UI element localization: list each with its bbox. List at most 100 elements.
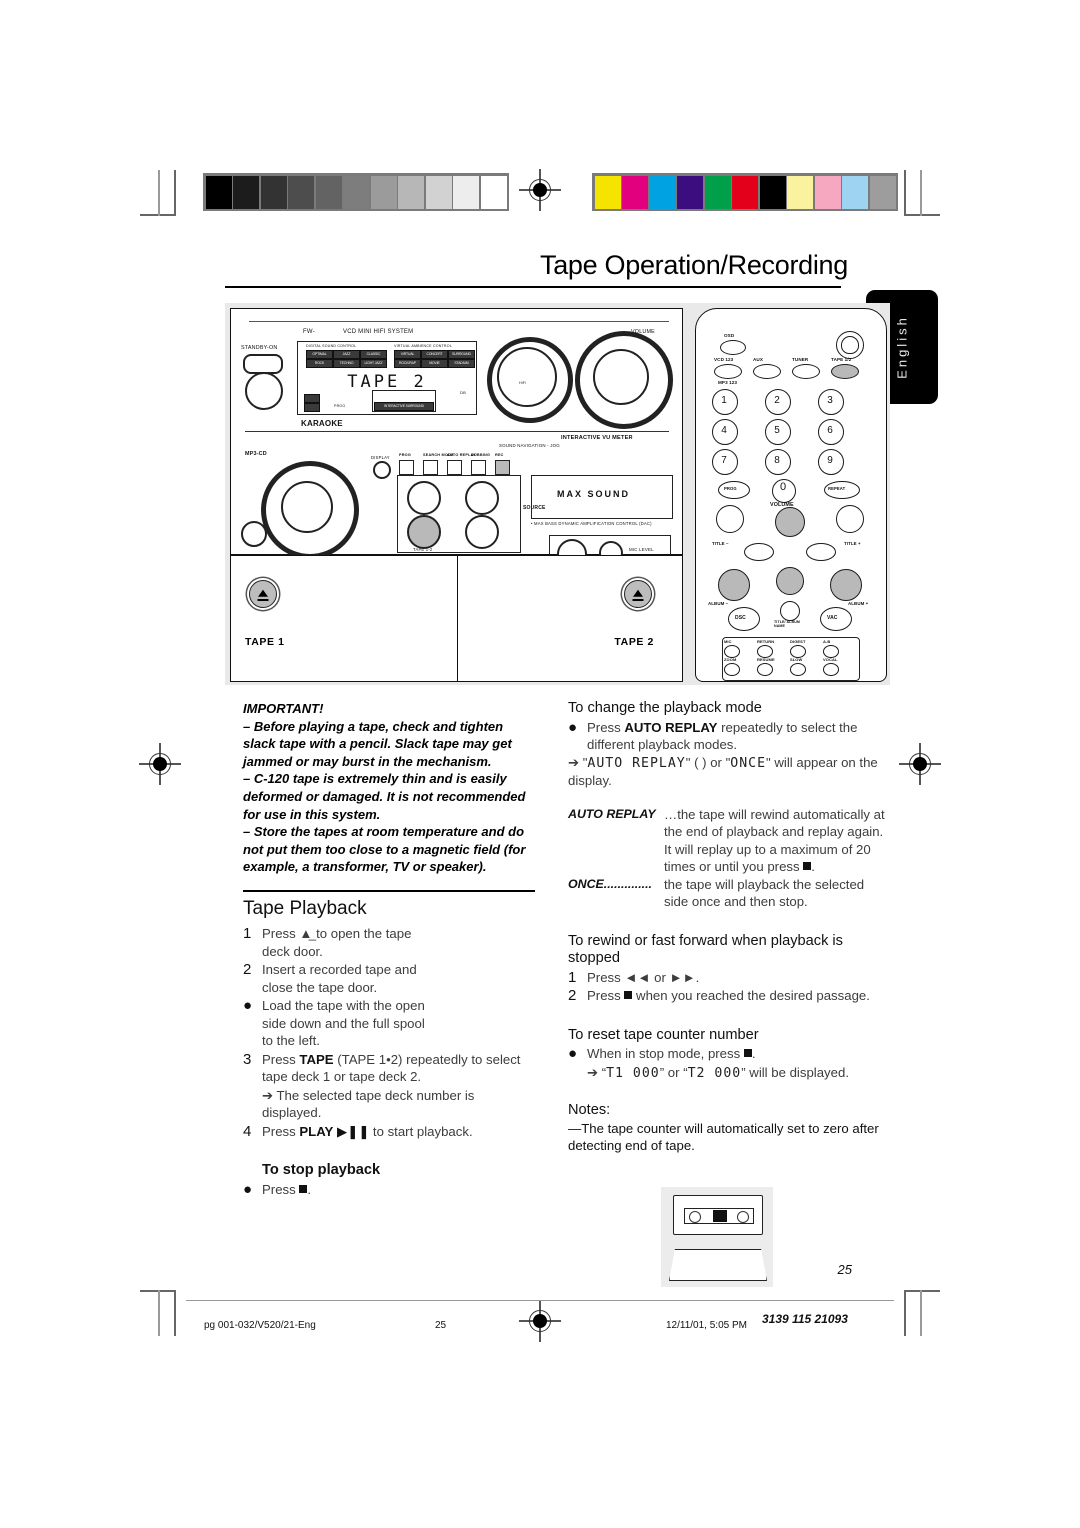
tape1-label: TAPE 1 bbox=[245, 636, 285, 648]
playback-step-3: 3 Press TAPE (TAPE 1•2) repeatedly to se… bbox=[243, 1051, 535, 1086]
remote-prev-button[interactable] bbox=[744, 543, 774, 561]
page-title: Tape Operation/Recording bbox=[540, 250, 848, 280]
standby-lower-dial[interactable] bbox=[245, 372, 283, 410]
remote-power-inner[interactable] bbox=[841, 336, 859, 354]
remote-source-button[interactable] bbox=[831, 364, 859, 379]
step-3-result-text: ➔ The selected tape deck number is displ… bbox=[262, 1087, 475, 1121]
tape1-eject-button[interactable] bbox=[249, 580, 277, 608]
aux-button[interactable] bbox=[465, 515, 499, 549]
indicator-chip: ROCK/RAP bbox=[394, 359, 421, 368]
remote-title-plus-label: TITLE + bbox=[844, 541, 861, 546]
color-swatch bbox=[704, 175, 731, 209]
dsc-title: DIGITAL SOUND CONTROL bbox=[306, 344, 357, 348]
indicator-chip: LIGHT JAZZ bbox=[360, 359, 387, 368]
playback-step-1: 1 Press ▲̲ to open the tape deck door. bbox=[243, 925, 423, 960]
device-system-label: VCD MINI HIFI SYSTEM bbox=[343, 329, 414, 335]
remote-feature-label: A-B bbox=[823, 639, 831, 644]
headphone-jack[interactable] bbox=[241, 521, 267, 547]
grayscale-color-bar bbox=[203, 173, 509, 211]
important-item-3: – Store the tapes at room temperature an… bbox=[243, 824, 526, 875]
remote-key-label: 7 bbox=[721, 455, 727, 466]
footer-date: 12/11/01, 5:05 PM bbox=[666, 1320, 747, 1331]
tape2-eject-button[interactable] bbox=[624, 580, 652, 608]
rewind-ff-heading: To rewind or fast forward when playback … bbox=[568, 932, 843, 967]
step-4-text: Press PLAY ▶❚❚ to start playback. bbox=[262, 1123, 473, 1139]
remote-volume-down-button[interactable] bbox=[716, 505, 744, 533]
cassette-reel-right bbox=[737, 1211, 749, 1224]
stop-playback-text: Press . bbox=[262, 1181, 312, 1197]
remote-fast-forward-button[interactable] bbox=[830, 569, 862, 601]
step-1-text: Press ▲̲ to open the tape deck door. bbox=[262, 926, 412, 959]
step-1-number: 1 bbox=[243, 925, 252, 943]
remote-feature-button[interactable] bbox=[790, 663, 806, 676]
lcd-once: ONCE bbox=[730, 755, 767, 771]
rewind-step-1-text: Press ◄◄ or ►►. bbox=[587, 969, 700, 985]
device-button[interactable] bbox=[399, 460, 414, 475]
device-button[interactable] bbox=[471, 460, 486, 475]
tape-button[interactable] bbox=[407, 515, 441, 549]
remote-key-label: 3 bbox=[827, 395, 833, 406]
volume-knob-inner[interactable] bbox=[593, 349, 649, 405]
remote-source-button[interactable] bbox=[792, 364, 820, 379]
auto-replay-term: AUTO REPLAY bbox=[568, 806, 656, 821]
tape2-label: TAPE 2 bbox=[614, 636, 654, 648]
remote-source-button[interactable] bbox=[714, 364, 742, 379]
indicator-chip: TECHNO bbox=[333, 359, 360, 368]
device-front-panel: FW- VCD MINI HIFI SYSTEM STANDBY-ON VOLU… bbox=[230, 308, 683, 573]
device-button[interactable] bbox=[495, 460, 510, 475]
lcd-t2-counter: T2 000 bbox=[687, 1065, 742, 1081]
indicator-chip: OPTIMAL bbox=[306, 350, 333, 359]
db-indicator: DB bbox=[460, 390, 466, 395]
jog-dial-inner[interactable] bbox=[281, 481, 333, 533]
remote-key-label: 8 bbox=[774, 455, 780, 466]
playback-step-4: 4 Press PLAY ▶❚❚ to start playback. bbox=[243, 1123, 535, 1141]
standby-button[interactable] bbox=[243, 354, 283, 374]
color-swatch bbox=[453, 175, 479, 209]
step-4-number: 4 bbox=[243, 1122, 252, 1140]
remote-key-label: 1 bbox=[721, 395, 727, 406]
vcd-play-pause-button[interactable] bbox=[407, 481, 441, 515]
remote-control: OSD VCD 123 AUX TUNER TAPE 1/2 MP3 123 1 2 3 4… bbox=[695, 308, 887, 682]
display-button[interactable] bbox=[373, 461, 391, 479]
footer-rule bbox=[186, 1300, 894, 1301]
tuner-button[interactable] bbox=[465, 481, 499, 515]
remote-source-button[interactable] bbox=[753, 364, 781, 379]
reset-counter-result-text: ➔ “T1 000” or “T2 000” will be displayed… bbox=[587, 1064, 849, 1081]
mic-level-label: MIC LEVEL bbox=[629, 547, 654, 552]
crop-mark-bottom-left bbox=[140, 1290, 186, 1336]
remote-feature-button[interactable] bbox=[757, 663, 773, 676]
auto-replay-definition: AUTO REPLAY …the tape will rewind automa… bbox=[568, 806, 886, 876]
tape-deck-panels: TAPE 1 TAPE 2 bbox=[230, 555, 683, 682]
remote-play-pause-button[interactable] bbox=[775, 507, 805, 537]
remote-feature-label: SLOW bbox=[790, 657, 803, 662]
remote-key-label: 9 bbox=[827, 455, 833, 466]
lcd-auto-replay: AUTO REPLAY bbox=[587, 755, 686, 771]
remote-osd-label: OSD bbox=[724, 333, 735, 338]
remote-title-album-name-button[interactable] bbox=[780, 601, 800, 621]
title-underline bbox=[225, 286, 841, 289]
color-swatch bbox=[814, 175, 841, 209]
device-button[interactable] bbox=[447, 460, 462, 475]
remote-next-button[interactable] bbox=[806, 543, 836, 561]
remote-rewind-button[interactable] bbox=[718, 569, 750, 601]
indicator-chip: CONCERT bbox=[421, 350, 448, 359]
deck-divider bbox=[456, 556, 458, 681]
indicator-chip: ROCK bbox=[306, 359, 333, 368]
remote-volume-up-button[interactable] bbox=[836, 505, 864, 533]
notes-heading: Notes: bbox=[568, 1102, 611, 1118]
remote-stop-button[interactable] bbox=[776, 567, 804, 595]
remote-feature-button[interactable] bbox=[724, 663, 740, 676]
remote-feature-button[interactable] bbox=[823, 663, 839, 676]
hifi-label: HiFi bbox=[519, 381, 527, 385]
remote-key-label: 2 bbox=[774, 395, 780, 406]
bullet-icon: ● bbox=[568, 718, 578, 736]
color-swatch bbox=[205, 175, 232, 209]
step-2-number: 2 bbox=[243, 961, 252, 979]
remote-osd-button[interactable] bbox=[720, 340, 746, 355]
color-swatch bbox=[732, 175, 758, 209]
remote-mp3-label: MP3 123 bbox=[718, 380, 738, 385]
device-button[interactable] bbox=[423, 460, 438, 475]
important-item-2: – C-120 tape is extremely thin and is ea… bbox=[243, 771, 526, 822]
remote-feature-label: ZOOM bbox=[724, 657, 737, 662]
remote-feature-label: MIC bbox=[724, 639, 732, 644]
